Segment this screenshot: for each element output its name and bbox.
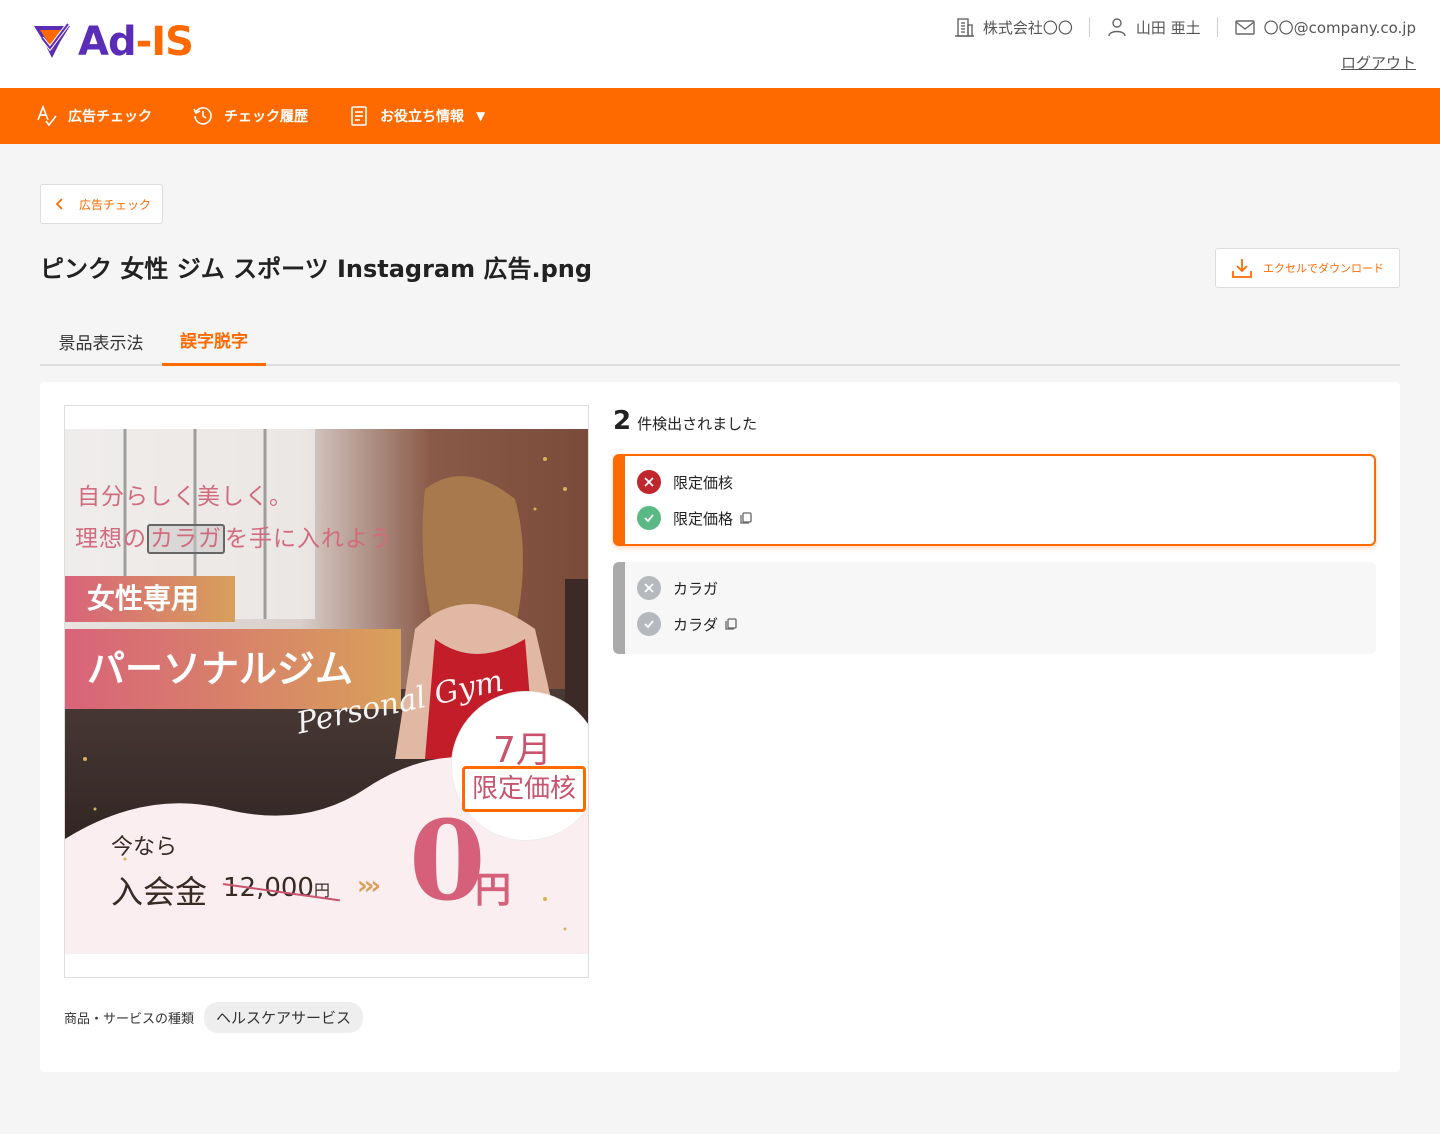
nav-label: チェック履歴 [224,109,308,125]
page-title: ピンク 女性 ジム スポーツ Instagram 広告.png [40,255,593,283]
nav-item-useful-info[interactable]: お役立ち情報 ▼ [348,105,485,127]
result-count-label: 件検出されました [637,415,758,433]
app-header: Ad-IS 株式会社〇〇 山田 亜土 〇〇@company.co.jp ログアウ… [0,0,1440,88]
download-icon [1232,259,1252,278]
mail-icon [1234,20,1255,35]
nav-item-check-history[interactable]: チェック履歴 [192,105,308,127]
logo-text: Ad-IS [78,19,194,65]
divider [1088,17,1090,37]
typo-highlight[interactable]: カラガ [147,524,225,554]
nav-label: 広告チェック [68,109,152,125]
check-icon [637,612,661,636]
result-card-2[interactable]: カラガ カラダ [613,562,1376,654]
wrong-text: カラガ [673,579,719,598]
correct-text-row: 限定価格 [637,506,753,530]
category-chip: ヘルスケアサービス [204,1002,364,1033]
history-icon [193,107,212,125]
error-icon [637,576,661,600]
nav-label: お役立ち情報 [380,109,464,125]
download-button-label: エクセルでダウンロード [1263,262,1384,275]
divider [1216,17,1218,37]
wrong-text-row: カラガ [637,576,718,600]
tab-premiums-law[interactable]: 景品表示法 [40,316,162,366]
caret-down-icon: ▼ [476,109,486,123]
ad-old-price: 12,000円 [223,873,330,903]
ad-arrows: ››› [357,871,381,901]
ad-yen: 円 [475,870,512,911]
correct-text-row: カラダ [637,612,738,636]
ad-check-icon [37,105,57,127]
company-name: 株式会社〇〇 [982,18,1073,37]
wrong-text-row: 限定価核 [637,470,733,494]
tab-typo[interactable]: 誤字脱字 [162,316,266,366]
correct-text: カラダ [673,615,719,634]
result-count-number: 2 [613,406,632,436]
tab-bar: 景品表示法 誤字脱字 [40,316,1400,366]
copy-icon[interactable] [739,511,753,525]
email-info: 〇〇@company.co.jp [1234,16,1416,38]
user-name-info: 山田 亜土 [1106,16,1201,38]
user-info: 株式会社〇〇 山田 亜土 〇〇@company.co.jp [953,16,1416,38]
logo-mark-icon [34,22,70,58]
user-name: 山田 亜土 [1135,18,1201,37]
category-label: 商品・サービスの種類 [64,1012,195,1027]
wrong-text: 限定価核 [673,473,734,492]
document-icon [351,106,367,126]
user-email: 〇〇@company.co.jp [1263,18,1416,37]
copy-icon[interactable] [724,617,738,631]
chevron-left-icon [55,198,63,210]
ad-image: 自分らしく美しく。 理想の カラガ を手に入れよう 女性専用 パーソナルジム Per… [65,429,588,954]
user-icon [1108,18,1126,37]
ad-now: 今なら [111,835,178,860]
logo[interactable]: Ad-IS [30,19,194,65]
back-button[interactable]: 広告チェック [40,184,163,224]
service-category: 商品・サービスの種類 ヘルスケアサービス [64,1002,364,1033]
company-info: 株式会社〇〇 [953,16,1073,38]
logout-link[interactable]: ログアウト [1341,52,1416,73]
ad-copy-line2: 理想の カラガ を手に入れよう [75,524,393,554]
nav-item-ad-check[interactable]: 広告チェック [36,105,152,127]
correct-text: 限定価格 [673,509,734,528]
download-excel-button[interactable]: エクセルでダウンロード [1215,248,1400,288]
error-icon [637,470,661,494]
ad-fee-label: 入会金 [111,873,208,911]
ad-copy-line1: 自分らしく美しく。 [77,484,293,510]
ad-image-frame: 自分らしく美しく。 理想の カラガ を手に入れよう 女性専用 パーソナルジム Per… [64,405,589,978]
ad-badge-women-only: 女性専用 [65,576,235,622]
back-button-label: 広告チェック [79,197,152,212]
main-nav: 広告チェック チェック履歴 お役立ち情報 ▼ [0,88,1440,144]
building-icon [954,18,974,37]
result-card-1[interactable]: 限定価核 限定価格 [613,454,1376,546]
result-count: 2 件検出されました [613,406,757,436]
check-icon [637,506,661,530]
result-panel: 自分らしく美しく。 理想の カラガ を手に入れよう 女性専用 パーソナルジム Per… [40,382,1400,1072]
